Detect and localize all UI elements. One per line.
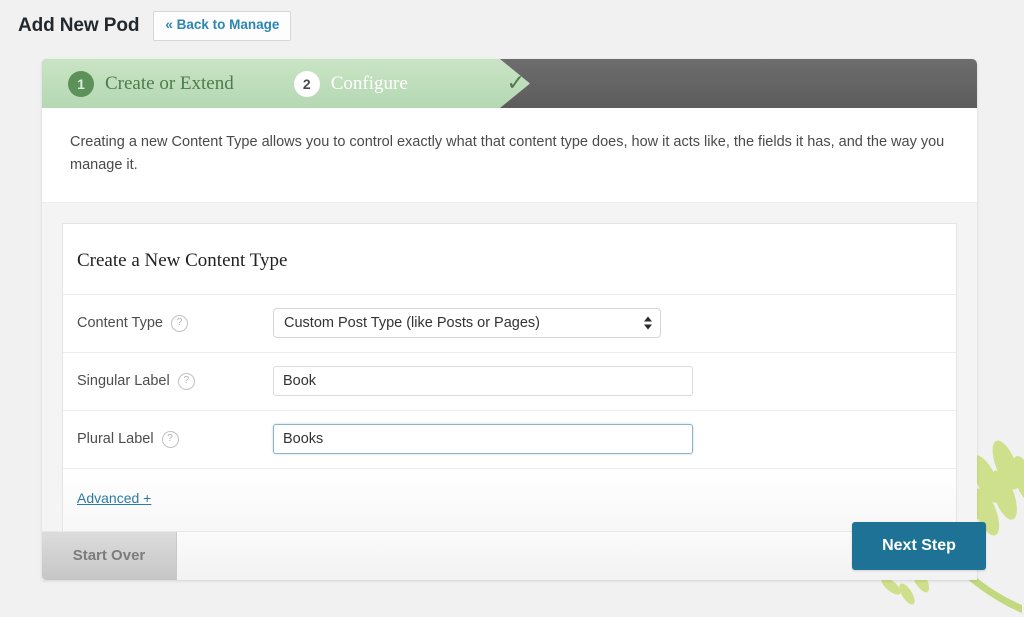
page-header: Add New Pod « Back to Manage — [0, 0, 1024, 52]
next-step-button[interactable]: Next Step — [852, 522, 986, 570]
step-label-2: Configure — [331, 73, 408, 95]
plural-label-input[interactable] — [273, 424, 693, 454]
content-type-label-group: Content Type ? — [77, 315, 273, 332]
singular-label-label: Singular Label — [77, 373, 170, 389]
help-icon[interactable]: ? — [162, 431, 179, 448]
help-icon[interactable]: ? — [178, 373, 195, 390]
step-item-create-or-extend[interactable]: 1 Create or Extend — [68, 59, 234, 108]
singular-label-input[interactable] — [273, 366, 693, 396]
card-title: Create a New Content Type — [63, 224, 956, 294]
form-row-plural-label: Plural Label ? — [63, 410, 956, 468]
content-type-select[interactable]: Custom Post Type (like Posts or Pages) — [273, 308, 661, 338]
plural-label-label: Plural Label — [77, 431, 154, 447]
advanced-toggle-link[interactable]: Advanced + — [77, 490, 151, 506]
step-progress-bar: 1 Create or Extend ✓ 2 Configure — [42, 59, 977, 108]
step-number-badge-1: 1 — [68, 71, 94, 97]
step-number-badge-2: 2 — [294, 71, 320, 97]
form-row-singular-label: Singular Label ? — [63, 352, 956, 410]
page-title: Add New Pod — [18, 15, 139, 37]
plural-label-label-group: Plural Label ? — [77, 431, 273, 448]
panel-description: Creating a new Content Type allows you t… — [42, 108, 977, 202]
advanced-row: Advanced + — [63, 468, 956, 531]
form-row-content-type: Content Type ? Custom Post Type (like Po… — [63, 294, 956, 352]
content-type-label: Content Type — [77, 315, 163, 331]
wizard-footer: Start Over Next Step — [42, 531, 977, 580]
step-label-1: Create or Extend — [105, 73, 234, 95]
content-type-select-wrap: Custom Post Type (like Posts or Pages) — [273, 308, 661, 338]
form-inset-region: Create a New Content Type Content Type ?… — [42, 202, 977, 531]
step-item-configure[interactable]: 2 Configure — [294, 59, 408, 108]
start-over-button[interactable]: Start Over — [42, 532, 177, 580]
create-content-type-card: Create a New Content Type Content Type ?… — [62, 223, 957, 531]
wizard-panel: 1 Create or Extend ✓ 2 Configure Creatin… — [42, 59, 977, 580]
help-icon[interactable]: ? — [171, 315, 188, 332]
back-to-manage-button[interactable]: « Back to Manage — [153, 11, 291, 41]
singular-label-label-group: Singular Label ? — [77, 373, 273, 390]
step-complete-check-icon: ✓ — [507, 72, 525, 94]
